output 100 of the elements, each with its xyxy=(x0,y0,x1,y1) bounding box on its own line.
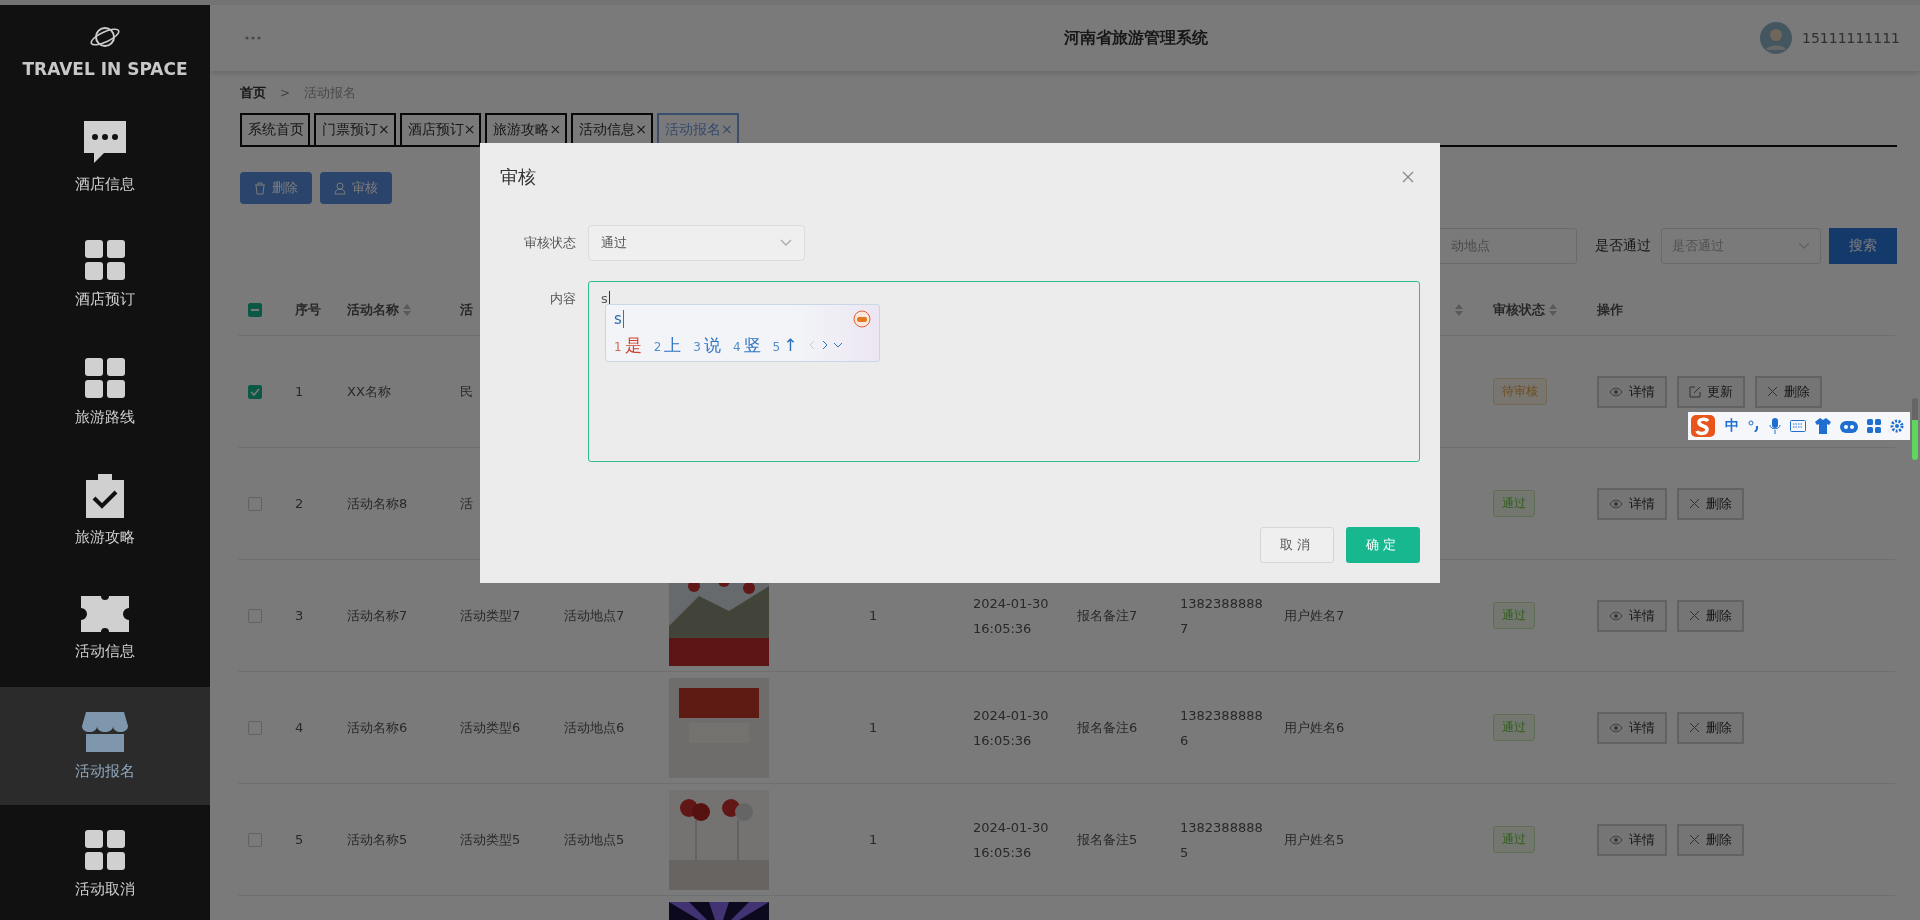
eye-icon xyxy=(1609,498,1623,509)
user-name[interactable]: 15111111111 xyxy=(1802,30,1900,46)
microphone-icon xyxy=(1769,418,1781,434)
tab[interactable]: 门票预订× xyxy=(314,113,396,145)
more-icon xyxy=(245,36,261,40)
table-cell-text: 活动类型7 xyxy=(460,607,521,625)
punctuation-icon xyxy=(1748,420,1760,432)
table-cell-text: 1 xyxy=(869,607,878,625)
check-icon xyxy=(250,387,260,396)
sidebar-item[interactable]: 活动报名 xyxy=(0,687,210,805)
delete-button[interactable]: 删除 xyxy=(1677,487,1744,520)
sort-icon[interactable] xyxy=(1455,304,1463,316)
sidebar-item[interactable]: 活动取消 xyxy=(0,805,210,920)
table-cell-text: 13823888887 xyxy=(1180,594,1264,638)
table-cell-text: 报名备注7 xyxy=(1077,607,1138,625)
sidebar-item[interactable]: 酒店信息 xyxy=(0,97,210,215)
grid-icon xyxy=(85,239,125,280)
cancel-button[interactable]: 取消 xyxy=(1260,527,1334,563)
table-cell-text: 活动类型5 xyxy=(460,831,521,849)
filter-label: 是否通过 xyxy=(1595,237,1651,255)
delete-button[interactable]: 删除 xyxy=(1677,711,1744,744)
table-cell-text: 活动名称5 xyxy=(347,831,408,849)
table-cell-text: 活动类型6 xyxy=(460,719,521,737)
status-tag: 通过 xyxy=(1493,826,1535,853)
audit-button[interactable]: 审核 xyxy=(320,172,392,204)
details-button[interactable]: 详情 xyxy=(1597,375,1667,408)
row-number: 1 xyxy=(295,383,304,401)
eye-icon xyxy=(1609,610,1623,621)
details-button[interactable]: 详情 xyxy=(1597,711,1667,744)
ime-candidate[interactable]: 5 ↑ xyxy=(772,335,798,355)
table-cell-text: 2024-01-30 16:05:36 xyxy=(973,818,1050,862)
sidebar-item[interactable]: 酒店预订 xyxy=(0,215,210,333)
table-cell-text: 报名备注5 xyxy=(1077,831,1138,849)
row-number: 5 xyxy=(295,831,304,849)
column-header[interactable]: 活动名称 xyxy=(347,301,399,319)
close-icon xyxy=(1767,386,1778,397)
sidebar-label: 酒店预订 xyxy=(75,289,135,309)
ime-candidate[interactable]: 1 是 xyxy=(614,333,642,357)
delete-button[interactable]: 删除 xyxy=(1755,375,1822,408)
status-tag: 通过 xyxy=(1493,602,1535,629)
confirm-button[interactable]: 确定 xyxy=(1346,527,1420,563)
tab[interactable]: 系统首页 xyxy=(240,113,310,145)
select-all-checkbox[interactable] xyxy=(248,303,262,317)
eye-icon xyxy=(1609,722,1623,733)
shirt-icon xyxy=(1815,418,1831,434)
row-checkbox[interactable] xyxy=(248,496,262,511)
dialog-title: 审核 xyxy=(500,165,536,189)
search-button[interactable]: 搜索 xyxy=(1829,228,1897,264)
close-icon xyxy=(1689,834,1700,845)
table-cell-text: 活动地点6 xyxy=(564,719,625,737)
minus-icon xyxy=(251,309,259,311)
table-cell-text: 1 xyxy=(869,719,878,737)
details-button[interactable]: 详情 xyxy=(1597,823,1667,856)
row-checkbox[interactable] xyxy=(248,608,262,623)
table-cell-text: 报名备注6 xyxy=(1077,719,1138,737)
clipboard-check-icon xyxy=(86,473,124,518)
sidebar-label: 酒店信息 xyxy=(75,174,135,194)
table-cell-text: 活动地点7 xyxy=(564,607,625,625)
update-button[interactable]: 更新 xyxy=(1677,375,1745,408)
delete-button[interactable]: 删除 xyxy=(240,172,312,204)
column-header: 操作 xyxy=(1597,301,1623,319)
content-field[interactable]: s s 1 是 2 上 3 说 4 竖 5 ↑ xyxy=(588,281,1420,462)
avatar-icon xyxy=(1760,22,1792,54)
delete-button[interactable]: 删除 xyxy=(1677,599,1744,632)
settings-icon xyxy=(1890,419,1904,433)
ime-candidate[interactable]: 2 上 xyxy=(653,333,682,357)
sort-icon[interactable] xyxy=(1549,304,1557,316)
sidebar-item[interactable]: 活动信息 xyxy=(0,569,210,687)
row-checkbox[interactable] xyxy=(248,832,262,847)
details-button[interactable]: 详情 xyxy=(1597,599,1667,632)
ticket-icon xyxy=(81,595,129,632)
table-cell-text: 2024-01-30 16:05:36 xyxy=(973,706,1050,750)
field-label: 审核状态 xyxy=(523,234,576,252)
eye-icon xyxy=(1609,834,1623,845)
sidebar-item[interactable]: 旅游路线 xyxy=(0,333,210,451)
column-header[interactable]: 审核状态 xyxy=(1493,301,1545,319)
close-icon xyxy=(1689,498,1700,509)
breadcrumb-item[interactable]: 首页 xyxy=(240,84,266,102)
keyboard-icon xyxy=(1790,420,1806,432)
status-tag: 通过 xyxy=(1493,490,1535,517)
tab[interactable]: 酒店预订× xyxy=(399,113,482,145)
grid-icon xyxy=(85,829,125,870)
ime-candidate[interactable]: 4 竖 xyxy=(732,333,761,357)
ime-candidate[interactable]: 3 说 xyxy=(693,333,721,357)
row-checkbox[interactable] xyxy=(248,384,262,399)
sidebar-item[interactable]: 旅游攻略 xyxy=(0,451,210,569)
status-tag: 待审核 xyxy=(1493,378,1547,405)
ime-mode[interactable]: 中 xyxy=(1725,417,1739,435)
apps-icon xyxy=(1867,419,1881,433)
row-number: 2 xyxy=(295,495,304,513)
edit-icon xyxy=(1689,385,1701,398)
chat-bubble-icon xyxy=(82,118,128,165)
details-button[interactable]: 详情 xyxy=(1597,487,1667,520)
status-select[interactable]: 通过 xyxy=(588,225,805,261)
grid-icon xyxy=(85,357,125,398)
sort-icon[interactable] xyxy=(403,304,411,316)
row-checkbox[interactable] xyxy=(248,720,262,735)
delete-button[interactable]: 删除 xyxy=(1677,823,1744,856)
close-icon[interactable] xyxy=(1402,171,1414,183)
sidebar-label: 活动报名 xyxy=(75,761,135,781)
